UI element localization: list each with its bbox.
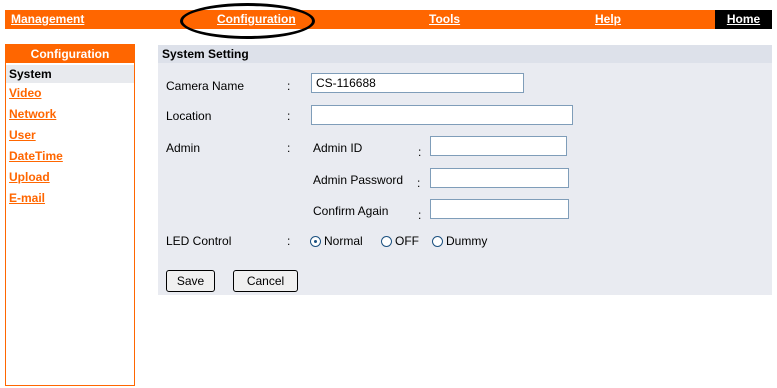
panel-title: System Setting: [158, 45, 772, 63]
sidebar: Configuration System Video Network User …: [5, 44, 135, 386]
colon: :: [418, 145, 422, 159]
location-label: Location: [166, 109, 212, 123]
led-normal-option[interactable]: Normal: [310, 234, 363, 248]
colon: :: [287, 109, 291, 123]
admin-id-input[interactable]: [430, 136, 567, 156]
nav-management[interactable]: Management: [11, 12, 84, 26]
admin-password-label: Admin Password: [313, 173, 404, 187]
sidebar-title: Configuration: [6, 45, 134, 63]
admin-id-label: Admin ID: [313, 141, 363, 155]
colon: :: [417, 176, 421, 190]
sidebar-item-user[interactable]: User: [6, 125, 134, 146]
camera-name-label: Camera Name: [166, 79, 245, 93]
radio-unselected-icon[interactable]: [381, 235, 392, 247]
top-nav-bar: Management Configuration Tools Help Home: [5, 10, 772, 29]
save-button[interactable]: Save: [166, 270, 215, 292]
confirm-again-label: Confirm Again: [313, 204, 389, 218]
radio-unselected-icon[interactable]: [432, 235, 443, 247]
radio-selected-icon[interactable]: [310, 235, 321, 247]
cancel-button[interactable]: Cancel: [233, 270, 298, 292]
led-dummy-label: Dummy: [446, 234, 488, 248]
led-normal-label: Normal: [324, 234, 363, 248]
confirm-again-input[interactable]: [430, 199, 569, 219]
led-off-option[interactable]: OFF: [381, 234, 419, 248]
led-dummy-option[interactable]: Dummy: [432, 234, 487, 248]
led-control-label: LED Control: [166, 234, 232, 248]
system-setting-panel: System Setting Camera Name : Location : …: [158, 45, 772, 295]
location-input[interactable]: [311, 105, 573, 125]
sidebar-item-upload[interactable]: Upload: [6, 167, 134, 188]
nav-home[interactable]: Home: [715, 10, 772, 29]
colon: :: [287, 141, 291, 155]
camera-name-input[interactable]: [311, 73, 524, 93]
sidebar-item-datetime[interactable]: DateTime: [6, 146, 134, 167]
colon: :: [287, 234, 291, 248]
admin-password-input[interactable]: [430, 168, 569, 188]
nav-help[interactable]: Help: [595, 12, 621, 26]
sidebar-item-system[interactable]: System: [6, 65, 134, 83]
nav-tools[interactable]: Tools: [429, 12, 460, 26]
admin-label: Admin: [166, 141, 201, 155]
colon: :: [287, 79, 291, 93]
sidebar-item-network[interactable]: Network: [6, 104, 134, 125]
sidebar-item-video[interactable]: Video: [6, 83, 134, 104]
led-off-label: OFF: [395, 234, 419, 248]
colon: :: [418, 208, 422, 222]
sidebar-item-email[interactable]: E-mail: [6, 188, 134, 209]
highlight-circle: [180, 3, 315, 39]
